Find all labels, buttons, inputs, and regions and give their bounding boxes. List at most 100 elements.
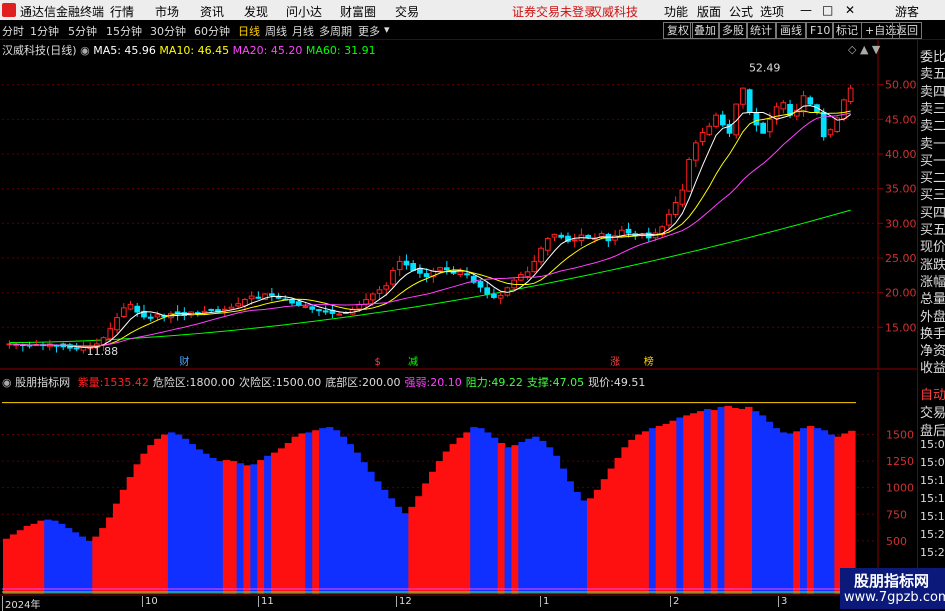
indicator-bar <box>106 517 114 594</box>
menu-item-news[interactable]: 资讯 <box>200 3 224 20</box>
indicator-value: 现价:49.51 <box>588 376 645 389</box>
trade-time-label[interactable]: 15:1 <box>920 492 945 505</box>
menu-item-assistant[interactable]: 问小达 <box>286 3 322 20</box>
quote-field-label[interactable]: 买一 <box>920 150 945 169</box>
x-axis: 2024年 10 11 12 1 2 3 <box>0 596 917 611</box>
trade-time-label[interactable]: 15:2 <box>920 546 945 559</box>
multi-stock-button[interactable]: 多股 <box>718 22 748 39</box>
candle <box>443 267 450 271</box>
menu-item-formula[interactable]: 公式 <box>729 3 753 20</box>
quote-field-label[interactable]: 买四 <box>920 202 945 221</box>
menu-item-trade[interactable]: 交易 <box>395 3 419 20</box>
quote-field-label[interactable]: 买三 <box>920 184 945 203</box>
indicator-value-number: 1500.00 <box>275 376 322 389</box>
indicator-bar <box>277 448 286 594</box>
candle <box>127 303 134 310</box>
period-tab-multi[interactable]: 多周期 <box>319 23 352 39</box>
quote-field-label[interactable]: 卖五 <box>920 63 945 82</box>
quote-field-label[interactable]: 净资 <box>920 340 945 359</box>
adjust-button[interactable]: 复权 <box>663 22 693 39</box>
trade-time-label[interactable]: 15:2 <box>920 528 945 541</box>
mark-button[interactable]: 标记 <box>832 22 862 39</box>
event-marker[interactable]: 涨 <box>610 356 620 368</box>
quote-field-label[interactable]: 委比 <box>920 46 945 65</box>
f10-button[interactable]: F10 <box>806 22 835 39</box>
indicator-axis-label: 1250 <box>886 455 914 468</box>
indicator-axis-label: 500 <box>886 535 907 548</box>
minimize-icon[interactable]: — <box>800 3 812 17</box>
menu-item-function[interactable]: 功能 <box>664 3 688 20</box>
quote-field-label[interactable]: 涨跌 <box>920 254 945 273</box>
menu-item-wealth[interactable]: 财富圈 <box>340 3 376 20</box>
menu-item-discover[interactable]: 发现 <box>244 3 268 20</box>
quote-field-label[interactable]: 卖四 <box>920 81 945 100</box>
quote-field-label[interactable]: 换手 <box>920 323 945 342</box>
quote-field-label[interactable]: 外盘 <box>920 306 945 325</box>
trade-time-label[interactable]: 15:0 <box>920 456 945 469</box>
menu-item-market[interactable]: 市场 <box>155 3 179 20</box>
trade-time-label[interactable]: 15:1 <box>920 474 945 487</box>
trade-time-label[interactable]: 15:00 <box>920 438 945 451</box>
quote-field-label[interactable]: 卖三 <box>920 98 945 117</box>
indicator-bar <box>92 536 100 594</box>
quote-field-label[interactable]: 卖一 <box>920 133 945 152</box>
menu-item-quotes[interactable]: 行情 <box>110 3 134 20</box>
back-button[interactable]: 返回 <box>892 22 922 39</box>
event-marker[interactable]: 榜 <box>644 355 654 368</box>
overlay-button[interactable]: 叠加 <box>690 22 720 39</box>
login-status[interactable]: 证券交易未登录 <box>512 3 596 20</box>
guest-user[interactable]: 游客 <box>895 3 919 20</box>
candle <box>275 296 282 299</box>
trade-time-label[interactable]: 交易 <box>920 402 945 421</box>
price-chart[interactable]: 52.49 11.88 50.00 45.00 40.00 35.00 30.00 25.… <box>0 40 917 370</box>
x-axis-label: 11 <box>258 596 274 607</box>
quote-field-label[interactable]: 收益 <box>920 357 945 376</box>
period-tab-timeshare[interactable]: 分时 <box>2 23 24 39</box>
draw-line-button[interactable]: 画线 <box>776 22 806 39</box>
period-tab-1min[interactable]: 1分钟 <box>30 23 59 39</box>
candle <box>316 309 322 312</box>
indicator-bar <box>779 432 787 594</box>
trade-time-label[interactable]: 15:1 <box>920 510 945 523</box>
app-logo-icon <box>2 3 16 17</box>
maximize-icon[interactable]: □ <box>822 3 833 17</box>
quote-field-label[interactable]: 买二 <box>920 167 945 186</box>
indicator-chart[interactable]: 1500 1250 1000 750 500 <box>0 372 917 609</box>
low-price-label: 11.88 <box>87 345 119 358</box>
period-tab-30min[interactable]: 30分钟 <box>150 23 186 39</box>
quote-field-label[interactable]: 涨幅 <box>920 271 945 290</box>
indicator-bar <box>765 421 774 594</box>
trade-time-label[interactable]: 盘后 <box>920 420 945 439</box>
close-icon[interactable]: ✕ <box>845 3 855 17</box>
diamond-icon[interactable]: ◇ ▲ ▼ <box>848 43 880 56</box>
period-tab-5min[interactable]: 5分钟 <box>68 23 97 39</box>
event-marker[interactable]: $ <box>375 357 381 368</box>
watermark-url: www.7gpzb.com <box>844 590 945 605</box>
indicator-value-label: 次险区: <box>239 376 276 389</box>
period-tab-more[interactable]: 更多 <box>358 23 380 39</box>
period-tab-monthly[interactable]: 月线 <box>292 23 314 39</box>
period-tab-daily[interactable]: 日线 <box>238 23 260 39</box>
period-tab-weekly[interactable]: 周线 <box>265 23 287 39</box>
candle <box>484 287 491 295</box>
chevron-down-icon[interactable]: ▾ <box>384 23 390 36</box>
indicator-bar <box>229 461 238 594</box>
period-tab-60min[interactable]: 60分钟 <box>194 23 230 39</box>
statistics-button[interactable]: 统计 <box>746 22 776 39</box>
menu-item-layout[interactable]: 版面 <box>697 3 721 20</box>
indicator-toggle-icon[interactable]: ◉ <box>2 376 12 389</box>
menu-item-options[interactable]: 选项 <box>760 3 784 20</box>
auto-trade-toggle[interactable]: 自动 <box>920 384 945 403</box>
candle <box>369 293 376 301</box>
quote-field-label[interactable]: 现价 <box>920 236 945 255</box>
quote-field-label[interactable]: 买五 <box>920 219 945 238</box>
indicator-toggle-icon[interactable]: ◉ <box>80 44 90 57</box>
event-marker[interactable]: 减 <box>408 356 418 368</box>
candle <box>692 142 699 161</box>
candle <box>437 267 443 271</box>
indicator-bar <box>580 500 588 594</box>
quote-field-label[interactable]: 总量 <box>920 288 945 307</box>
event-marker[interactable]: 财 <box>179 355 189 368</box>
quote-field-label[interactable]: 卖二 <box>920 115 945 134</box>
period-tab-15min[interactable]: 15分钟 <box>106 23 142 39</box>
